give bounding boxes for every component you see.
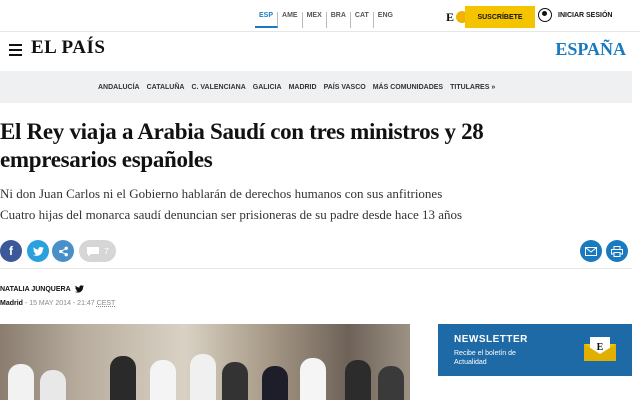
masthead: EL PAÍS ESPAÑA xyxy=(0,33,640,71)
edition-selector: ESP AME MEX BRA CAT ENG xyxy=(255,12,397,28)
dateline-date: 15 MAY 2014 - 21:47 xyxy=(29,300,95,307)
region-nav: ANDALUCÍA CATALUÑA C. VALENCIANA GALICIA… xyxy=(0,71,632,103)
region-galicia[interactable]: GALICIA xyxy=(253,84,282,91)
divider xyxy=(0,268,632,269)
dateline: Madrid - 15 MAY 2014 - 21:47 CEST xyxy=(0,300,115,307)
edition-cat[interactable]: CAT xyxy=(351,12,374,28)
edition-eng[interactable]: ENG xyxy=(374,12,397,28)
newsletter-text: Recibe el boletín de Actualidad xyxy=(454,350,516,366)
dateline-tz: CEST xyxy=(96,300,116,307)
menu-icon[interactable] xyxy=(9,44,22,59)
region-pais-vasco[interactable]: PAÍS VASCO xyxy=(324,84,366,91)
headline-line-2: empresarios españoles xyxy=(0,147,213,172)
article-headline: El Rey viaja a Arabia Saudí con tres min… xyxy=(0,118,600,174)
byline: NATALIA JUNQUERA xyxy=(0,285,84,293)
share-bar: f 7 xyxy=(0,238,632,266)
region-valenciana[interactable]: C. VALENCIANA xyxy=(191,84,245,91)
region-cataluna[interactable]: CATALUÑA xyxy=(147,84,185,91)
email-icon[interactable] xyxy=(580,240,602,262)
login-button[interactable]: INICIAR SESIÓN xyxy=(538,8,612,22)
article-photo[interactable] xyxy=(0,324,410,400)
print-icon[interactable] xyxy=(606,240,628,262)
subscribe-button[interactable]: SUSCRÍBETE xyxy=(465,6,535,28)
twitter-share-icon[interactable] xyxy=(27,240,49,262)
svg-text:E: E xyxy=(597,342,604,353)
login-label: INICIAR SESIÓN xyxy=(558,11,613,19)
share-icon[interactable] xyxy=(52,240,74,262)
edition-mex[interactable]: MEX xyxy=(303,12,327,28)
comment-icon xyxy=(87,246,100,256)
user-icon xyxy=(538,8,552,22)
dateline-place: Madrid xyxy=(0,300,23,307)
newsletter-box[interactable]: NEWSLETTER Recibe el boletín de Actualid… xyxy=(438,324,632,376)
region-titulares[interactable]: TITULARES » xyxy=(450,84,495,91)
comments-button[interactable]: 7 xyxy=(79,240,116,262)
edition-esp[interactable]: ESP xyxy=(255,12,279,28)
envelope-icon: E xyxy=(584,337,616,361)
article-subtitle-1: Ni don Juan Carlos ni el Gobierno hablar… xyxy=(0,186,443,201)
facebook-share-icon[interactable]: f xyxy=(0,240,22,262)
site-logo[interactable]: EL PAÍS xyxy=(31,37,105,59)
article-subtitle-2: Cuatro hijas del monarca saudí denuncian… xyxy=(0,207,463,222)
section-title[interactable]: ESPAÑA xyxy=(555,39,626,60)
region-madrid[interactable]: MADRID xyxy=(289,84,317,91)
twitter-icon[interactable] xyxy=(74,285,84,293)
headline-line-1: El Rey viaja a Arabia Saudí con tres min… xyxy=(0,119,484,144)
region-andalucia[interactable]: ANDALUCÍA xyxy=(98,84,140,91)
edition-ame[interactable]: AME xyxy=(278,12,303,28)
comments-count: 7 xyxy=(104,246,109,256)
e-logo: E xyxy=(446,10,455,24)
author-name[interactable]: NATALIA JUNQUERA xyxy=(0,286,71,293)
edition-bra[interactable]: BRA xyxy=(327,12,351,28)
top-bar: ESP AME MEX BRA CAT ENG E SUSCRÍBETE INI… xyxy=(0,0,640,32)
region-mas-comunidades[interactable]: MÁS COMUNIDADES xyxy=(373,84,443,91)
